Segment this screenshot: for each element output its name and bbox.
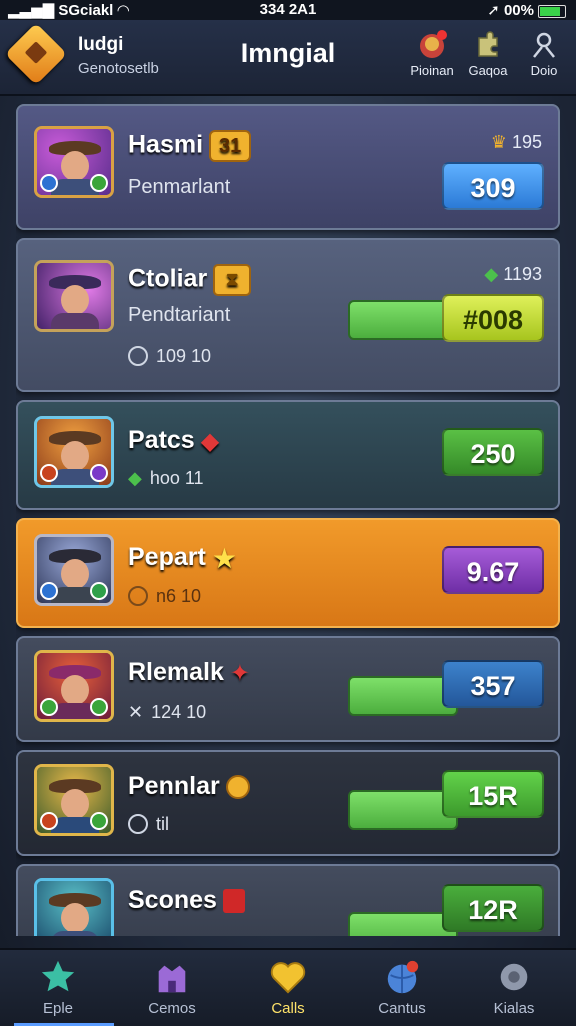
player-meta: ◆ hoo 11 [128, 468, 204, 488]
play-icon [128, 814, 148, 834]
bottom-tab-bar: Eple Cemos Calls Cantus Kialas [0, 948, 576, 1026]
player-name-row: Pepart ★ [128, 543, 237, 574]
rank-badge-icon [90, 698, 108, 716]
level-badge: 31 [209, 130, 252, 162]
rank-display: ◆ 1193 [484, 264, 542, 284]
tab-cantus[interactable]: Cantus [354, 958, 450, 1017]
globe-icon [387, 960, 419, 994]
player-name-row: Scones [128, 886, 245, 915]
player-avatar [34, 878, 114, 936]
ruby-icon: ◆ [200, 427, 220, 455]
gift-icon [420, 30, 447, 58]
puzzle-button[interactable]: Gaqoa [460, 30, 516, 78]
rank-badge-icon [90, 174, 108, 192]
player-card-ctoliar[interactable]: Ctoliar ⧗ Pendtariant 109 10 ◆ 1193 #008 [16, 238, 560, 392]
player-card-rlemalk[interactable]: Rlemalk ✦ ✕ 124 10 357 [16, 636, 560, 742]
tab-calls[interactable]: Calls [240, 958, 336, 1017]
shield-icon [128, 346, 148, 366]
leaderboard-list[interactable]: Hasmi 31 Penmarlant ♛ 195 309 Ctoliar ⧗ Pe… [16, 104, 560, 936]
player-name-row: Ctoliar ⧗ [128, 264, 252, 296]
gift-button[interactable]: Pioinan [404, 30, 460, 78]
player-avatar [34, 126, 114, 198]
tab-cemos[interactable]: Cemos [124, 958, 220, 1017]
swords-icon: ✕ [128, 702, 144, 722]
profile-icon [533, 32, 555, 58]
profile-button[interactable]: Doio [516, 30, 572, 78]
star-icon [41, 960, 75, 992]
heart-icon [270, 962, 306, 994]
hourglass-icon: ⧗ [213, 264, 252, 296]
castle-icon [158, 965, 186, 993]
score-button[interactable]: 15R [442, 770, 544, 818]
score-button[interactable]: 357 [442, 660, 544, 708]
coin-icon [225, 775, 250, 800]
score-button[interactable]: 12R [442, 884, 544, 932]
player-name-row: Pennlar [128, 772, 250, 801]
player-card-pennlar[interactable]: Pennlar til 15R [16, 750, 560, 856]
score-button[interactable]: 250 [442, 428, 544, 476]
player-card-pepart[interactable]: Pepart ★ n6 10 9.67 [16, 518, 560, 628]
player-meta: 109 10 [128, 346, 211, 367]
gem-icon: ◆ [128, 468, 142, 488]
player-subtitle: Penmarlant [128, 176, 231, 198]
class-badge-icon [40, 812, 58, 830]
player-meta: n6 10 [128, 586, 201, 607]
player-name-row: Hasmi 31 [128, 130, 252, 162]
class-badge-icon [40, 464, 58, 482]
gear-icon [500, 963, 528, 991]
status-bar: ▂▃▅▇ SGciakl ◠ 334 2A1 ➚ 00% [0, 0, 576, 20]
battery-icon [538, 4, 566, 18]
player-card-patcs[interactable]: Patcs ◆ ◆ hoo 11 250 [16, 400, 560, 510]
player-avatar [34, 650, 114, 722]
ruby-icon: ✦ [229, 659, 250, 687]
app-header: Iudgi Genotosetlb Imngial Pioinan Gaqoa … [0, 20, 576, 96]
gem-icon: ◆ [484, 264, 499, 284]
score-button[interactable]: #008 [442, 294, 544, 342]
player-avatar [34, 416, 114, 488]
tab-eple[interactable]: Eple [10, 958, 106, 1017]
location-icon: ➚ [487, 2, 500, 19]
player-avatar [34, 764, 114, 836]
star-icon: ★ [211, 543, 237, 574]
battery-status: ➚ 00% [487, 1, 566, 19]
player-subtitle: Pendtariant [128, 304, 231, 326]
crown-icon: ♛ [490, 132, 507, 152]
player-name-row: Rlemalk ✦ [128, 658, 250, 687]
score-button[interactable]: 9.67 [442, 546, 544, 594]
class-badge-icon [40, 698, 58, 716]
clock-icon [128, 586, 148, 606]
score-button[interactable]: 309 [442, 162, 544, 210]
ruby-icon [222, 889, 245, 914]
tab-kialas[interactable]: Kialas [466, 958, 562, 1017]
player-meta: ✕ 124 10 [128, 702, 207, 722]
rank-badge-icon [90, 582, 108, 600]
class-badge-icon [40, 582, 58, 600]
rank-badge-icon [90, 812, 108, 830]
class-badge-icon [40, 174, 58, 192]
player-meta: til [128, 814, 169, 835]
rank-badge-icon [90, 464, 108, 482]
rank-display: ♛ 195 [490, 132, 542, 152]
puzzle-icon [478, 31, 498, 57]
player-name-row: Patcs ◆ [128, 426, 220, 455]
player-card-hasmi[interactable]: Hasmi 31 Penmarlant ♛ 195 309 [16, 104, 560, 230]
player-avatar [34, 260, 114, 332]
player-card-scones[interactable]: Scones 12R [16, 864, 560, 936]
player-avatar [34, 534, 114, 606]
